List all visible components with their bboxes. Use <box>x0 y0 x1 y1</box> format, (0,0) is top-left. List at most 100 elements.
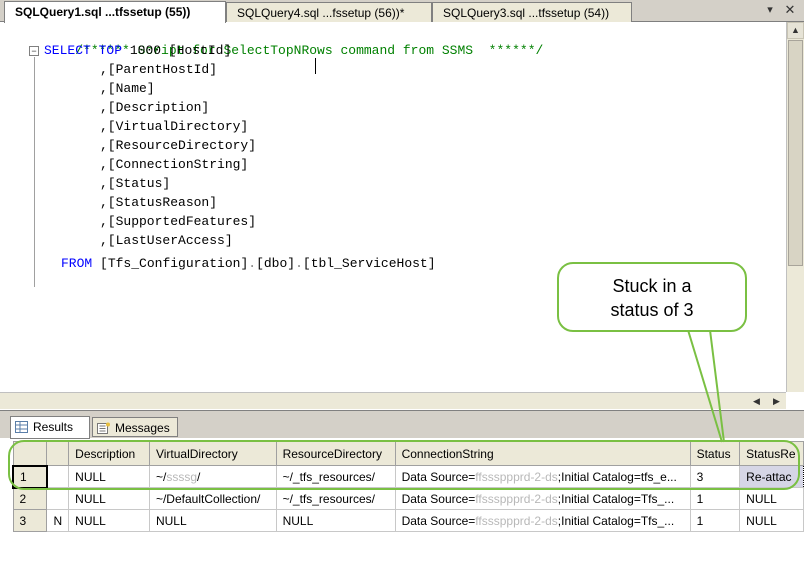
code-column-line: ,[Status] <box>100 174 170 193</box>
redacted-text: ffsssppprd-2-ds <box>475 513 558 528</box>
close-tab-icon[interactable]: ✕ <box>783 3 797 17</box>
cell-status[interactable]: 3 <box>689 465 741 488</box>
code-column-line: ,[VirtualDirectory] <box>100 117 248 136</box>
column-header-resourcedirectory[interactable]: ResourceDirectory <box>275 441 396 466</box>
cell-description[interactable]: NULL <box>68 465 150 488</box>
keyword-select: SELECT <box>44 43 91 58</box>
redacted-text: ffsssppprd-2-ds <box>475 491 558 506</box>
cell-connectionstring[interactable]: Data Source=ffsssppprd-2-ds;Initial Cata… <box>394 487 691 510</box>
redacted-text: ffsssppprd-2-ds <box>475 469 558 484</box>
document-tab-strip: SQLQuery1.sql ...tfssetup (55)) SQLQuery… <box>0 0 804 23</box>
column-header-connectionstring[interactable]: ConnectionString <box>394 441 691 466</box>
code-column-line: ,[LastUserAccess] <box>100 231 233 250</box>
row-number[interactable]: 2 <box>12 487 48 510</box>
keyword-from: FROM <box>61 256 93 271</box>
column-name: ,[StatusReason] <box>100 195 218 210</box>
scroll-right-icon[interactable]: ▶ <box>768 393 785 409</box>
cell-statusreason[interactable]: NULL <box>739 509 804 532</box>
outline-rule <box>34 57 35 287</box>
editor-vertical-scrollbar[interactable]: ▲ <box>786 22 804 392</box>
cell-statusreason[interactable]: NULL <box>739 487 804 510</box>
redacted-text: ssssg <box>166 469 197 484</box>
code-from-line: FROM [Tfs_Configuration].[dbo].[tbl_Serv… <box>61 254 436 273</box>
from-schema: [dbo] <box>256 256 296 271</box>
cell-connectionstring[interactable]: Data Source=ffsssppprd-2-ds;Initial Cata… <box>394 465 691 488</box>
column-name: ,[VirtualDirectory] <box>100 119 249 134</box>
column-name: ,[Name] <box>100 81 155 96</box>
column-name: ,[Status] <box>100 176 171 191</box>
column-name: ,[Description] <box>100 100 210 115</box>
cell-text: ~/ <box>155 469 167 484</box>
row-number[interactable]: 1 <box>12 464 48 489</box>
cell-resourcedirectory[interactable]: NULL <box>275 509 396 532</box>
tab-results-label: Results <box>33 420 74 434</box>
tab-sqlquery1[interactable]: SQLQuery1.sql ...tfssetup (55)) <box>4 1 226 23</box>
grid-icon <box>15 421 28 433</box>
callout-text-line-1: Stuck in a <box>612 276 692 296</box>
tab-messages[interactable]: Messages <box>92 417 178 437</box>
tab-list-dropdown-icon[interactable]: ▾ <box>763 3 777 17</box>
cell-status[interactable]: 1 <box>689 487 741 510</box>
grid-corner-header[interactable] <box>12 441 48 466</box>
table-row[interactable]: 3 N NULL NULL NULL Data Source=ffssspppr… <box>12 509 804 532</box>
column-name: ,[ParentHostId] <box>100 62 218 77</box>
annotation-callout: Stuck in a status of 3 <box>557 262 747 332</box>
row-number[interactable]: 3 <box>12 509 48 532</box>
from-table: [tbl_ServiceHost] <box>302 256 436 271</box>
cell-status[interactable]: 1 <box>689 509 741 532</box>
top-count: 1000 <box>129 43 162 58</box>
cell-description[interactable]: NULL <box>68 487 150 510</box>
code-column-line: ,[ParentHostId] <box>100 60 217 79</box>
from-database: [Tfs_Configuration] <box>100 256 249 271</box>
tab-results[interactable]: Results <box>10 416 90 439</box>
grid-spacer-cell: N <box>46 509 70 532</box>
cell-text: Data Source= <box>401 469 476 484</box>
grid-spacer-cell <box>46 465 70 488</box>
messages-icon <box>97 422 110 434</box>
tab-sqlquery3[interactable]: SQLQuery3.sql ...tfssetup (54)) <box>432 2 632 22</box>
results-grid[interactable]: Description VirtualDirectory ResourceDir… <box>12 441 804 578</box>
code-comment-line: /****** Script for SelectTopNRows comman… <box>44 22 543 58</box>
table-row[interactable]: 1 NULL ~/ssssg/ ~/_tfs_resources/ Data S… <box>12 464 804 489</box>
code-column-line: ,[StatusReason] <box>100 193 217 212</box>
cell-text: / <box>197 469 201 484</box>
scroll-up-icon[interactable]: ▲ <box>787 22 804 39</box>
cell-virtualdirectory[interactable]: NULL <box>148 509 277 532</box>
cell-virtualdirectory[interactable]: ~/DefaultCollection/ <box>148 487 277 510</box>
cell-resourcedirectory[interactable]: ~/_tfs_resources/ <box>275 487 396 510</box>
row-number-text: 3 <box>19 513 27 528</box>
code-column-line: ,[ResourceDirectory] <box>100 136 256 155</box>
code-column-line: ,[ConnectionString] <box>100 155 248 174</box>
query-editor[interactable]: /****** Script for SelectTopNRows comman… <box>0 22 786 392</box>
table-row[interactable]: 2 NULL ~/DefaultCollection/ ~/_tfs_resou… <box>12 487 804 510</box>
keyword-top: TOP <box>98 43 123 58</box>
column-header-virtualdirectory[interactable]: VirtualDirectory <box>148 441 277 466</box>
editor-horizontal-scrollbar[interactable]: ◀ ▶ <box>0 392 786 409</box>
scroll-left-icon[interactable]: ◀ <box>748 393 765 409</box>
cell-text: Data Source= <box>401 513 476 528</box>
cell-connectionstring[interactable]: Data Source=ffsssppprd-2-ds;Initial Cata… <box>394 509 691 532</box>
cell-text: ;Initial Catalog=tfs_e... <box>557 469 677 484</box>
scrollbar-thumb[interactable] <box>788 40 803 266</box>
text-cursor <box>315 58 316 74</box>
column-name: ,[LastUserAccess] <box>100 233 233 248</box>
callout-pointer <box>687 330 725 443</box>
cell-virtualdirectory[interactable]: ~/ssssg/ <box>148 465 277 488</box>
cell-text: ;Initial Catalog=Tfs_... <box>557 513 675 528</box>
grid-spacer-header <box>46 441 70 466</box>
results-table: Description VirtualDirectory ResourceDir… <box>12 441 804 532</box>
grid-spacer-cell <box>46 487 70 510</box>
cell-resourcedirectory[interactable]: ~/_tfs_resources/ <box>275 465 396 488</box>
column-header-statusreason[interactable]: StatusRe <box>739 441 804 466</box>
column-name: ,[SupportedFeatures] <box>100 214 257 229</box>
cell-text: ;Initial Catalog=Tfs_... <box>557 491 675 506</box>
code-column-line: ,[Name] <box>100 79 155 98</box>
tab-sqlquery4[interactable]: SQLQuery4.sql ...fssetup (56))* <box>226 2 432 22</box>
column-header-description[interactable]: Description <box>68 441 150 466</box>
cell-statusreason[interactable]: Re-attac <box>739 465 804 488</box>
code-column-line: ,[SupportedFeatures] <box>100 212 256 231</box>
cell-description[interactable]: NULL <box>68 509 150 532</box>
collapse-outline-icon[interactable]: − <box>29 46 39 56</box>
cell-text: Data Source= <box>401 491 476 506</box>
from-separator: . <box>295 256 303 271</box>
